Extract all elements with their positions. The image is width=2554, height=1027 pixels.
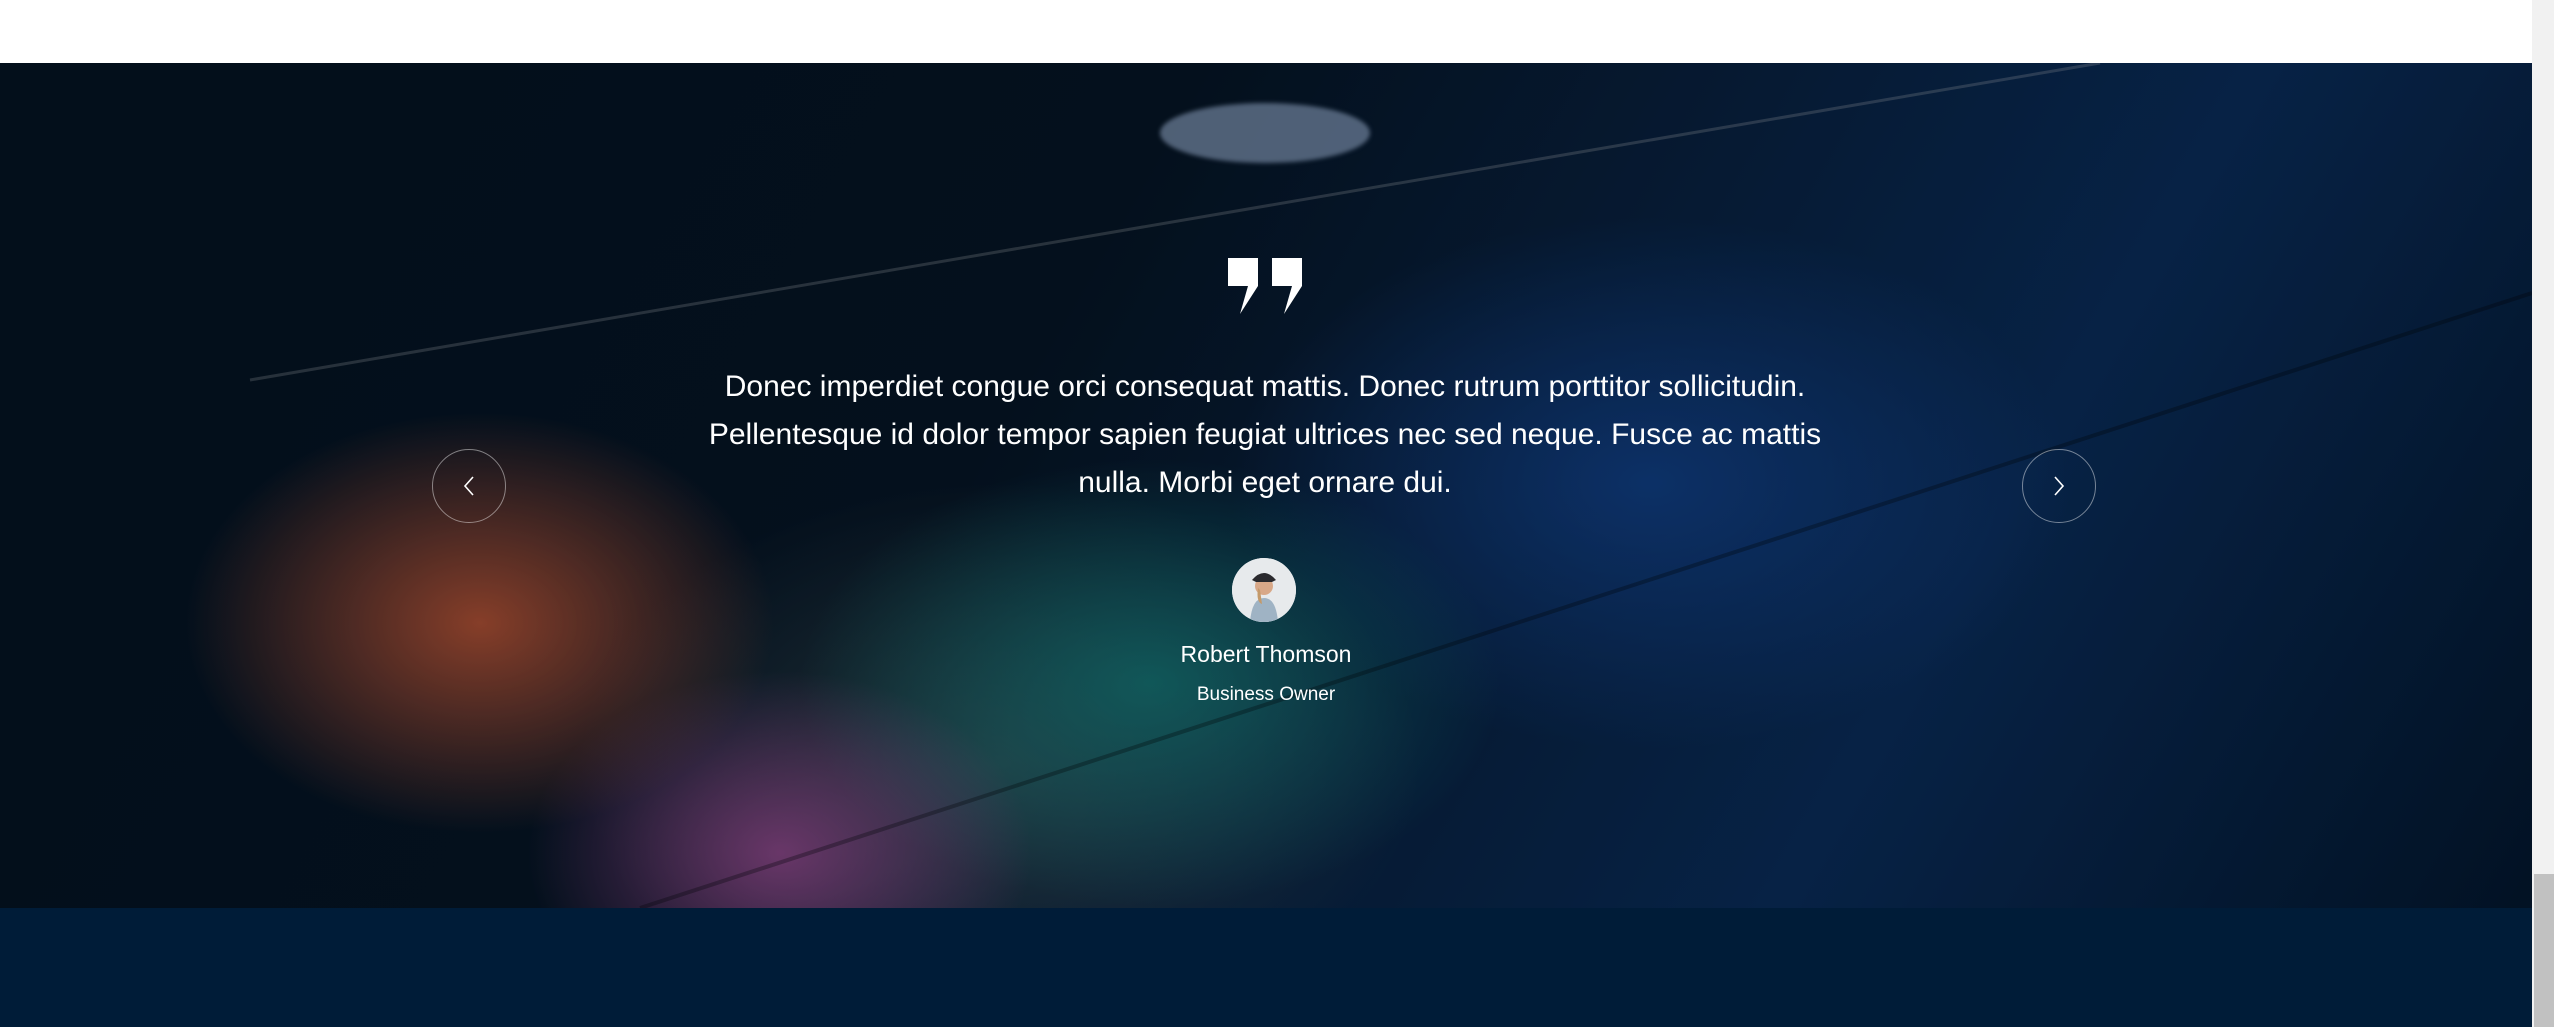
top-header bbox=[0, 0, 2532, 63]
author-role: Business Owner bbox=[1196, 684, 1336, 705]
chevron-left-icon bbox=[463, 476, 474, 496]
author-name: Robert Thomson bbox=[1180, 641, 1352, 667]
next-slide-button[interactable] bbox=[2022, 449, 2096, 523]
page-scrollbar[interactable] bbox=[2532, 0, 2554, 1027]
scrollbar-thumb[interactable] bbox=[2534, 874, 2554, 1027]
prev-slide-button[interactable] bbox=[432, 449, 506, 523]
quote-icon bbox=[1228, 258, 1302, 314]
chevron-right-icon bbox=[2054, 476, 2065, 496]
testimonial-text: Donec imperdiet congue orci consequat ma… bbox=[708, 370, 1822, 499]
footer-section bbox=[0, 908, 2532, 1027]
author-avatar bbox=[1232, 558, 1296, 622]
testimonial-section: Donec imperdiet congue orci consequat ma… bbox=[0, 63, 2532, 908]
